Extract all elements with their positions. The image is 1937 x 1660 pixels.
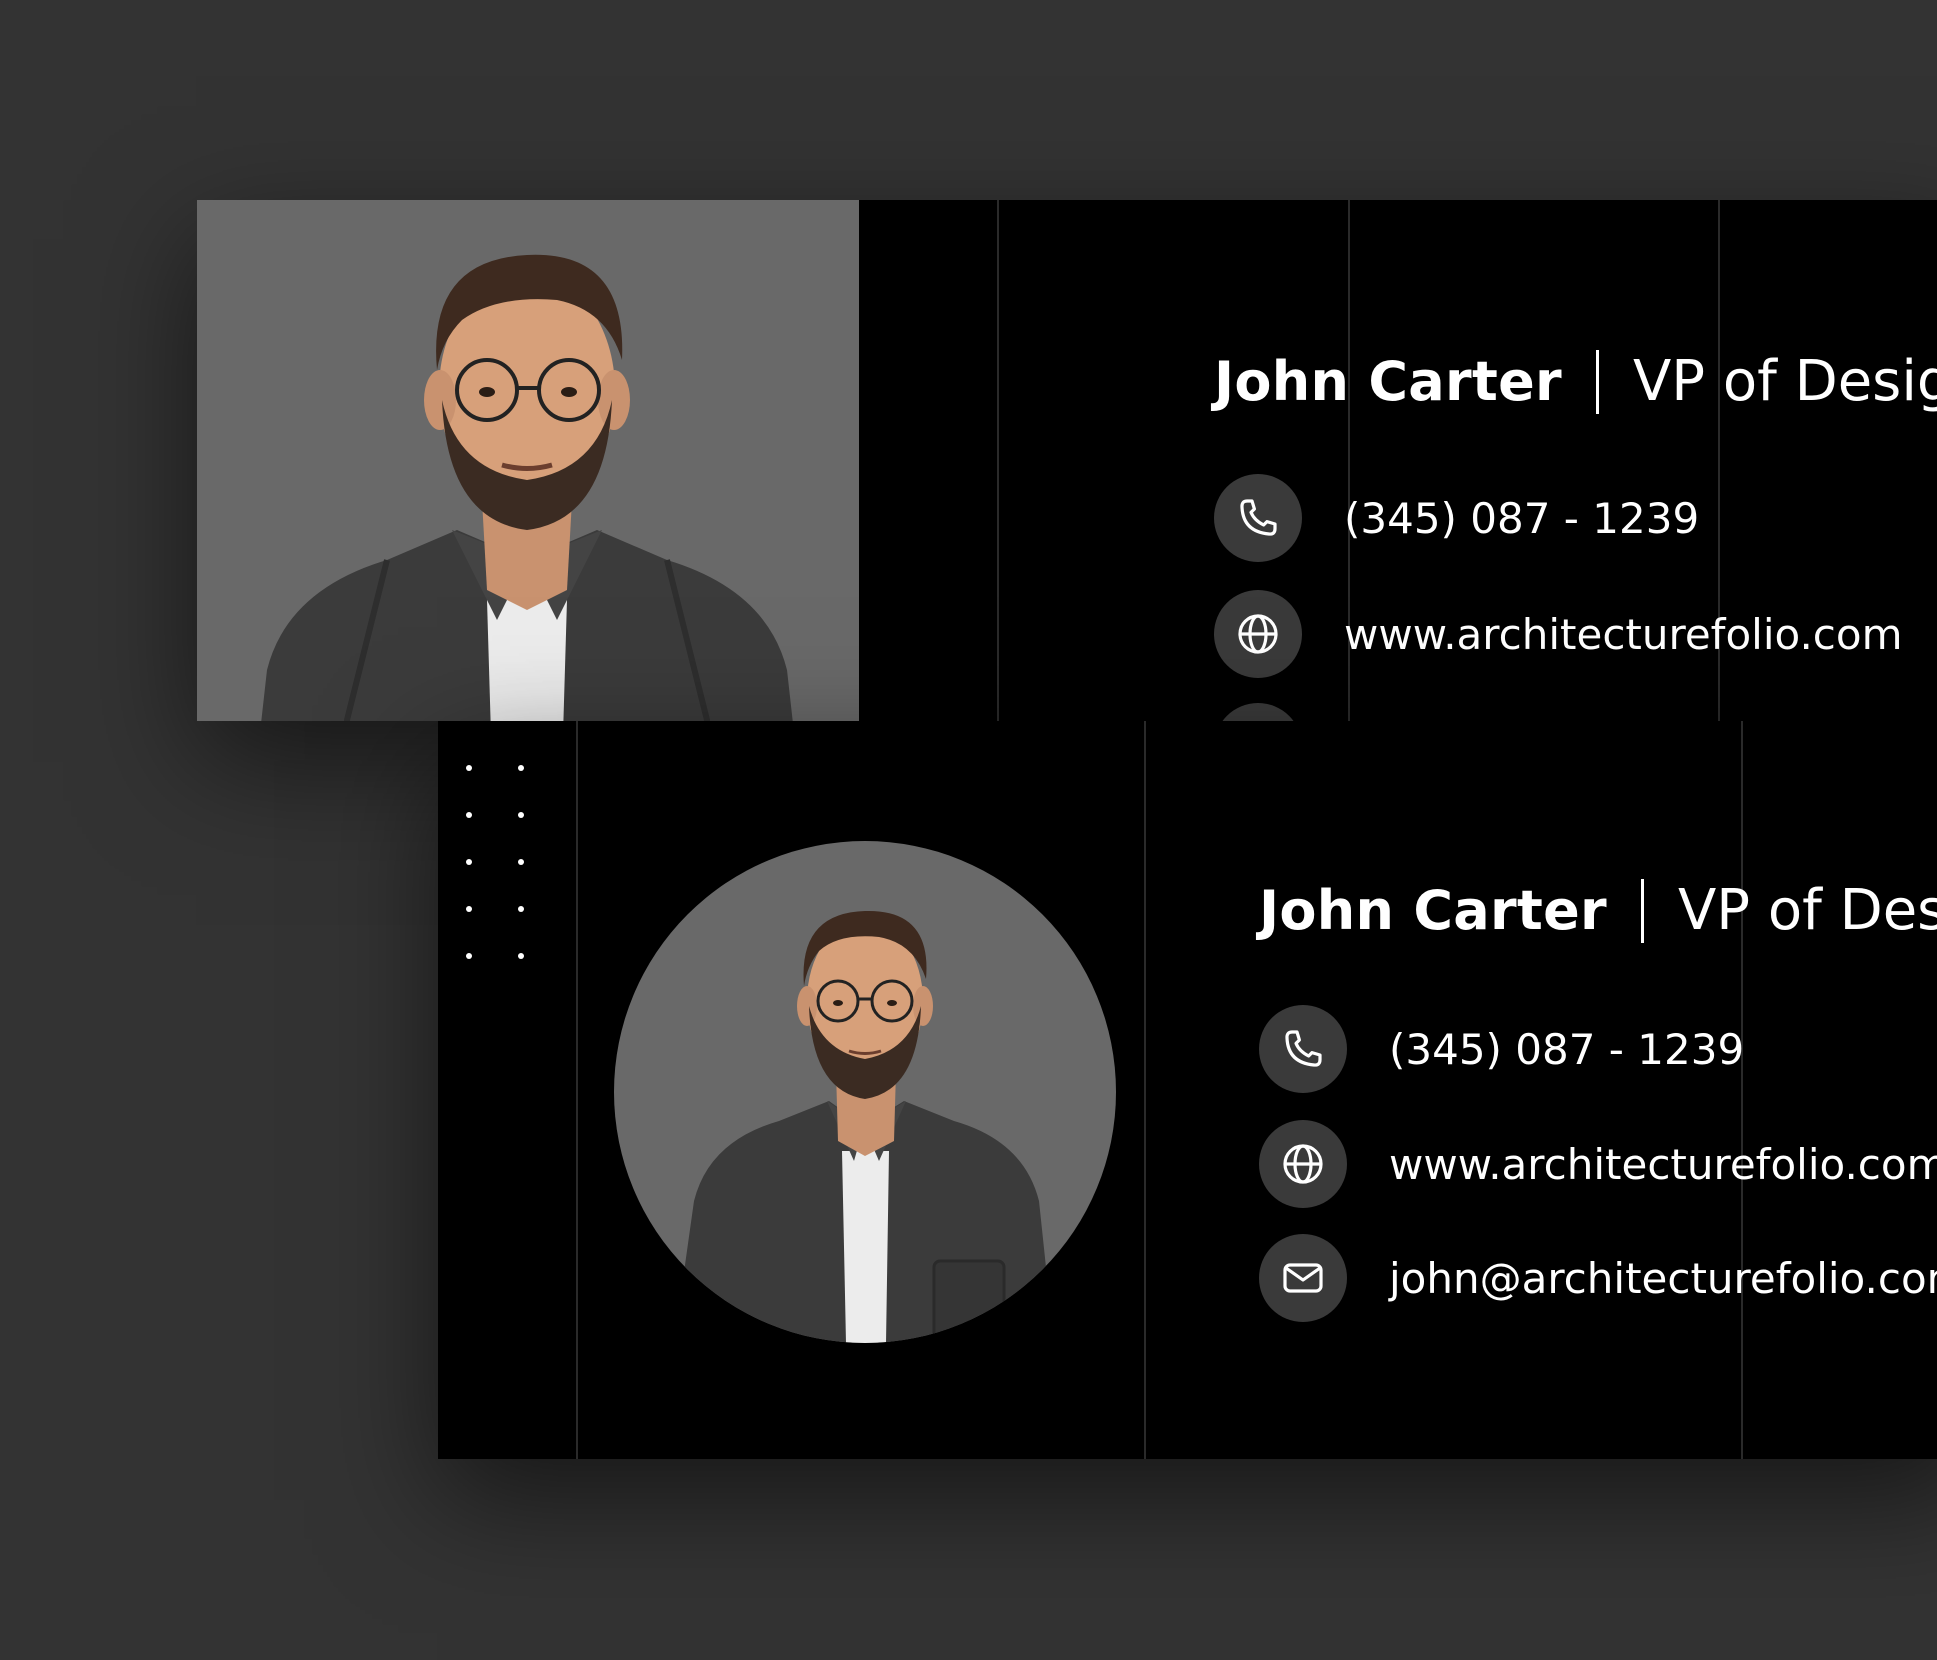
profile-photo	[614, 841, 1116, 1343]
dot-pattern	[466, 765, 556, 965]
phone-text[interactable]: (345) 087 - 1239	[1389, 1025, 1744, 1074]
mail-icon	[1259, 1234, 1347, 1322]
canvas: John Carter VP of Design (345) 087 - 123…	[0, 0, 1937, 1660]
website-row: www.architecturefolio.com	[1214, 590, 1903, 678]
divider	[1640, 878, 1644, 943]
email-text[interactable]: john@architecturefolio.com	[1389, 1254, 1937, 1303]
job-title: VP of Design	[1632, 349, 1937, 414]
person-name: John Carter	[1214, 350, 1562, 413]
portrait-image	[674, 910, 1054, 1343]
person-name: John Carter	[1259, 879, 1607, 942]
website-text[interactable]: www.architecturefolio.com	[1344, 610, 1903, 659]
mail-icon	[1214, 703, 1302, 721]
globe-icon	[1214, 590, 1302, 678]
job-title: VP of Design	[1677, 878, 1937, 943]
phone-row: (345) 087 - 1239	[1214, 474, 1699, 562]
phone-text[interactable]: (345) 087 - 1239	[1344, 494, 1699, 543]
globe-icon	[1259, 1120, 1347, 1208]
divider	[1595, 349, 1599, 414]
phone-icon	[1214, 474, 1302, 562]
name-title-row: John Carter VP of Design	[1214, 349, 1937, 414]
website-row: www.architecturefolio.com	[1259, 1120, 1937, 1208]
grid-line	[1144, 721, 1146, 1459]
email-row: john@architecturefolio.com	[1259, 1234, 1937, 1322]
grid-line	[576, 721, 578, 1459]
website-text[interactable]: www.architecturefolio.com	[1389, 1140, 1937, 1189]
business-card-back: John Carter VP of Design (345) 087 - 123…	[197, 200, 1937, 721]
name-title-row: John Carter VP of Design	[1259, 878, 1937, 943]
profile-photo	[197, 200, 859, 721]
business-card-front: John Carter VP of Design (345) 087 - 123…	[438, 721, 1937, 1459]
phone-row: (345) 087 - 1239	[1259, 1005, 1744, 1093]
phone-icon	[1259, 1005, 1347, 1093]
grid-line	[997, 200, 999, 721]
portrait-image	[261, 254, 793, 721]
